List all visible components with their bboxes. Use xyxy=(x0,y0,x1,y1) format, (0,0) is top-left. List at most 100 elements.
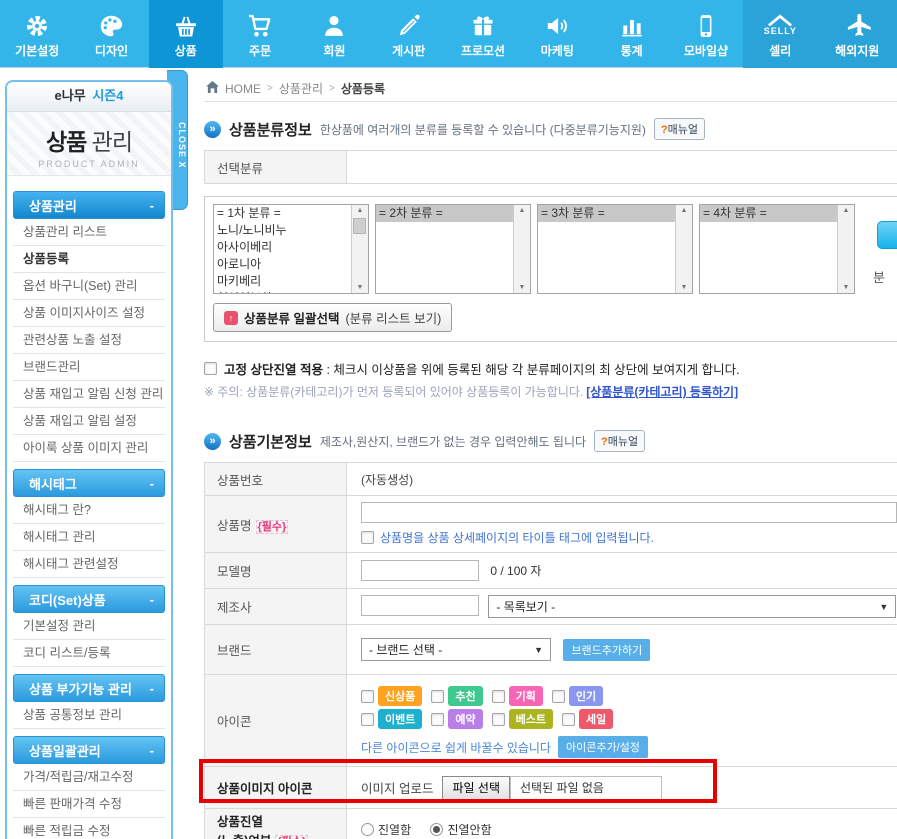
scroll-down-icon[interactable]: ▼ xyxy=(838,284,854,291)
title-tag-checkbox[interactable] xyxy=(361,531,374,544)
scroll-thumb[interactable] xyxy=(353,218,366,234)
sidebar-item[interactable]: 코디 리스트/등록 xyxy=(13,640,165,667)
nav-item-product[interactable]: 상품 xyxy=(149,0,223,68)
scrollbar[interactable]: ▲ ▼ xyxy=(351,205,368,293)
radio-display-off[interactable] xyxy=(430,823,443,836)
sidebar-section-addon[interactable]: 상품 부가기능 관리 - xyxy=(13,674,165,702)
sidebar-item[interactable]: 브랜드관리 xyxy=(13,354,165,381)
scroll-up-icon[interactable]: ▲ xyxy=(514,207,530,214)
collapse-icon[interactable]: - xyxy=(150,592,154,607)
sidebar-section-hashtag[interactable]: 해시태그 - xyxy=(13,469,165,497)
brand-select[interactable]: - 브랜드 선택 - ▼ xyxy=(361,638,551,661)
list-option[interactable]: = 4차 분류 = xyxy=(700,205,837,222)
sidebar-item[interactable]: 상품 재입고 알림 신청 관리 xyxy=(13,381,165,408)
icon-checkbox[interactable] xyxy=(562,713,575,726)
nav-item-design[interactable]: 디자인 xyxy=(74,0,148,68)
sidebar-item[interactable]: 관련상품 노출 설정 xyxy=(13,327,165,354)
nav-item-promotion[interactable]: 프로모션 xyxy=(446,0,520,68)
nav-item-mobileshop[interactable]: 모바일샵 xyxy=(669,0,743,68)
sidebar-item-active[interactable]: 상품등록 xyxy=(13,246,165,273)
icon-checkbox[interactable] xyxy=(431,690,444,703)
scroll-down-icon[interactable]: ▼ xyxy=(676,284,692,291)
sidebar-item[interactable]: 상품관리 리스트 xyxy=(13,219,165,246)
list-option[interactable]: 천연허브차 xyxy=(214,290,351,293)
sidebar-section-product-mgmt[interactable]: 상품관리 - xyxy=(13,191,165,219)
nav-item-marketing[interactable]: 마케팅 xyxy=(520,0,594,68)
dropdown-caret-icon: ▼ xyxy=(534,645,543,655)
product-name-label: 상품명{필수} xyxy=(205,496,347,553)
list-option[interactable]: = 1차 분류 = xyxy=(214,205,351,222)
icon-checkbox[interactable] xyxy=(492,690,505,703)
list-option[interactable]: 마키베리 xyxy=(214,273,351,290)
icon-checkbox[interactable] xyxy=(492,713,505,726)
add-brand-button[interactable]: 브랜드추가하기 xyxy=(563,639,650,661)
icon-checkbox[interactable] xyxy=(431,713,444,726)
sidebar-item[interactable]: 빠른 적립금 수정 xyxy=(13,818,165,839)
manual-button[interactable]: ?매뉴얼 xyxy=(654,118,705,140)
sidebar-item[interactable]: 상품 재입고 알림 설정 xyxy=(13,408,165,435)
fixed-top-label: 고정 상단진열 적용 xyxy=(224,363,323,377)
breadcrumb-home[interactable]: HOME xyxy=(225,82,261,96)
manual-button[interactable]: ?매뉴얼 xyxy=(594,430,645,452)
icon-checkbox[interactable] xyxy=(552,690,565,703)
radio-display-on[interactable] xyxy=(361,823,374,836)
icon-checkbox[interactable] xyxy=(361,690,374,703)
pencil-icon xyxy=(396,9,422,39)
sidebar-item[interactable]: 상품 공통정보 관리 xyxy=(13,702,165,729)
collapse-icon[interactable]: - xyxy=(150,743,154,758)
manufacturer-input[interactable] xyxy=(361,595,479,616)
nav-item-board[interactable]: 게시판 xyxy=(372,0,446,68)
category-listbox-4[interactable]: = 4차 분류 = ▲ ▼ xyxy=(699,204,855,294)
collapse-icon[interactable]: - xyxy=(150,476,154,491)
sidebar-item[interactable]: 상품 이미지사이즈 설정 xyxy=(13,300,165,327)
label-text: 상품명 xyxy=(217,519,252,533)
scroll-up-icon[interactable]: ▲ xyxy=(676,207,692,214)
register-category-link[interactable]: [상품분류(카테고리) 등록하기] xyxy=(586,385,738,399)
nav-item-member[interactable]: 회원 xyxy=(297,0,371,68)
nav-item-stats[interactable]: 통계 xyxy=(595,0,669,68)
scrollbar[interactable]: ▲ ▼ xyxy=(513,205,530,293)
scrollbar[interactable]: ▲ ▼ xyxy=(837,205,854,293)
sidebar-item[interactable]: 가격/적립금/재고수정 xyxy=(13,764,165,791)
sidebar-section-codi[interactable]: 코디(Set)상품 - xyxy=(13,585,165,613)
icon-checkbox[interactable] xyxy=(361,713,374,726)
nav-item-selly[interactable]: SELLY 셀리 xyxy=(743,0,817,68)
nav-item-settings[interactable]: 기본설정 xyxy=(0,0,74,68)
sidebar-section-bulk[interactable]: 상품일괄관리 - xyxy=(13,736,165,764)
collapse-icon[interactable]: - xyxy=(150,681,154,696)
scroll-up-icon[interactable]: ▲ xyxy=(838,207,854,214)
nav-item-order[interactable]: 주문 xyxy=(223,0,297,68)
list-option[interactable]: 노니/노니비누 xyxy=(214,222,351,239)
scroll-up-icon[interactable]: ▲ xyxy=(352,207,368,214)
list-option[interactable]: 아로니아 xyxy=(214,256,351,273)
list-option[interactable]: 아사이베리 xyxy=(214,239,351,256)
table-row: 선택분류 xyxy=(205,151,897,184)
sidebar-item[interactable]: 기본설정 관리 xyxy=(13,613,165,640)
nav-item-overseas[interactable]: 해외지원 xyxy=(817,0,897,68)
breadcrumb-level1[interactable]: 상품관리 xyxy=(279,80,323,97)
sidebar-item[interactable]: 빠른 판매가격 수정 xyxy=(13,791,165,818)
manufacturer-select[interactable]: - 목록보기 - ▼ xyxy=(488,595,896,618)
scroll-down-icon[interactable]: ▼ xyxy=(514,284,530,291)
fixed-top-checkbox[interactable] xyxy=(204,362,217,375)
category-listbox-1[interactable]: = 1차 분류 = 노니/노니비누 아사이베리 아로니아 마키베리 천연허브차 … xyxy=(213,204,369,294)
icon-config-button[interactable]: 아이콘추가/설정 xyxy=(558,736,648,758)
file-select-button[interactable]: 파일 선택 xyxy=(442,776,510,800)
sidebar-item[interactable]: 옵션 바구니(Set) 관리 xyxy=(13,273,165,300)
sidebar-item[interactable]: 해시태그 란? xyxy=(13,497,165,524)
sidebar-item[interactable]: 해시태그 관련설정 xyxy=(13,551,165,578)
sidebar-item[interactable]: 아이룩 상품 이미지 관리 xyxy=(13,435,165,462)
collapse-icon[interactable]: - xyxy=(150,198,154,213)
list-option[interactable]: = 2차 분류 = xyxy=(376,205,513,222)
list-option[interactable]: = 3차 분류 = xyxy=(538,205,675,222)
product-name-input[interactable] xyxy=(361,502,897,523)
category-listbox-3[interactable]: = 3차 분류 = ▲ ▼ xyxy=(537,204,693,294)
bulk-select-button[interactable]: ↑ 상품분류 일괄선택 (분류 리스트 보기) xyxy=(213,303,452,332)
scrollbar[interactable]: ▲ ▼ xyxy=(675,205,692,293)
sidebar-item[interactable]: 해시태그 관리 xyxy=(13,524,165,551)
model-input[interactable] xyxy=(361,560,479,581)
category-listbox-2[interactable]: = 2차 분류 = ▲ ▼ xyxy=(375,204,531,294)
scroll-down-icon[interactable]: ▼ xyxy=(352,284,368,291)
category-side-button[interactable] xyxy=(877,221,897,249)
main-content: HOME > 상품관리 > 상품등록 » 상품분류정보 한상품에 여러개의 분류… xyxy=(196,68,897,839)
